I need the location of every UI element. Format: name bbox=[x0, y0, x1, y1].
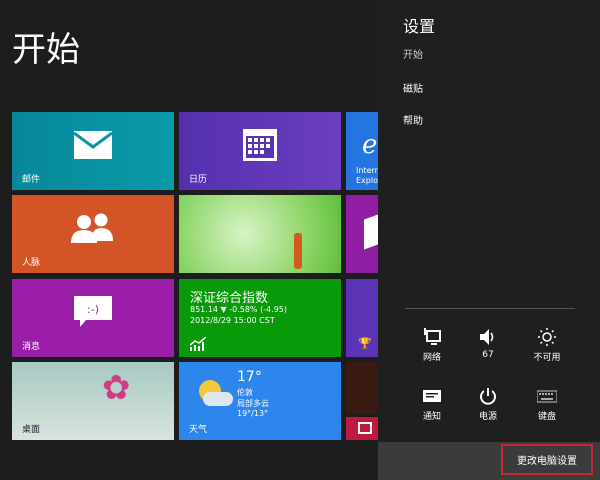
keyboard-icon bbox=[537, 390, 557, 403]
quick-label: 67 bbox=[482, 350, 494, 360]
weather-temp: 17° bbox=[237, 369, 262, 385]
settings-charm: 设置 开始 磁贴 帮助 网络 67 不可用 通知 电源 键盘 更改电脑设置 bbox=[378, 0, 600, 480]
people-icon bbox=[71, 213, 113, 243]
flower-image: ✿ bbox=[102, 368, 131, 408]
divider bbox=[405, 308, 575, 309]
weather-range: 19°/13° bbox=[237, 409, 269, 418]
quick-network[interactable]: 网络 bbox=[407, 328, 457, 363]
tile-label: 日历 bbox=[189, 175, 208, 185]
change-pc-settings-button[interactable]: 更改电脑设置 bbox=[501, 444, 593, 475]
quick-brightness[interactable]: 不可用 bbox=[522, 328, 572, 363]
tile-label: 消息 bbox=[22, 342, 41, 352]
news-icon bbox=[358, 422, 372, 434]
volume-icon bbox=[480, 329, 494, 345]
tile-label: 天气 bbox=[189, 425, 208, 435]
start-title: 开始 bbox=[12, 30, 80, 70]
settings-context: 开始 bbox=[403, 50, 423, 61]
settings-title: 设置 bbox=[403, 17, 436, 36]
photo-figure bbox=[294, 233, 302, 269]
quick-label: 不可用 bbox=[533, 353, 561, 363]
svg-text::-): :-) bbox=[87, 303, 99, 316]
tile-label: Explo bbox=[356, 176, 378, 185]
tile-desktop[interactable]: ✿ 桌面 bbox=[12, 362, 174, 440]
finance-time: 2012/8/29 15:00 CST bbox=[190, 316, 275, 325]
tile-weather[interactable]: 17° 伦敦 局部多云 19°/13° 天气 bbox=[179, 362, 341, 440]
mail-icon bbox=[74, 130, 112, 159]
finance-chart-icon bbox=[190, 337, 206, 351]
calendar-icon bbox=[243, 128, 277, 161]
messaging-icon: :-) bbox=[74, 295, 112, 327]
notifications-icon bbox=[423, 390, 441, 402]
trophy-icon: 🏆 bbox=[358, 337, 372, 350]
tile-finance[interactable]: 深证综合指数 851.14 ▼ -0.58% (-4.95) 2012/8/29… bbox=[179, 279, 341, 357]
tile-label: 人脉 bbox=[22, 258, 41, 268]
quick-power[interactable]: 电源 bbox=[463, 387, 513, 422]
settings-item-help[interactable]: 帮助 bbox=[403, 112, 423, 127]
quick-notifications[interactable]: 通知 bbox=[407, 387, 457, 422]
tile-people[interactable]: 人脉 bbox=[12, 195, 174, 273]
network-icon bbox=[424, 328, 441, 345]
quick-label: 电源 bbox=[478, 412, 497, 422]
tile-label: 桌面 bbox=[22, 425, 41, 435]
weather-city: 伦敦 bbox=[237, 388, 253, 397]
quick-label: 通知 bbox=[422, 412, 441, 422]
store-icon bbox=[364, 214, 378, 250]
tile-calendar[interactable]: 日历 bbox=[179, 112, 341, 190]
finance-quote: 851.14 ▼ -0.58% (-4.95) bbox=[190, 305, 288, 314]
tile-label: Intern bbox=[356, 166, 380, 175]
finance-title: 深证综合指数 bbox=[190, 291, 269, 306]
quick-volume[interactable]: 67 bbox=[463, 328, 513, 360]
quick-label: 键盘 bbox=[537, 412, 556, 422]
power-icon bbox=[480, 388, 496, 405]
tile-messaging[interactable]: :-) 消息 bbox=[12, 279, 174, 357]
ie-icon: e bbox=[362, 130, 378, 160]
tile-photos[interactable] bbox=[179, 195, 341, 273]
tile-label: 邮件 bbox=[22, 175, 41, 185]
quick-keyboard[interactable]: 键盘 bbox=[522, 387, 572, 422]
settings-footer: 更改电脑设置 bbox=[378, 442, 600, 480]
settings-item-tiles[interactable]: 磁贴 bbox=[403, 80, 423, 95]
brightness-icon bbox=[538, 328, 556, 346]
tile-mail[interactable]: 邮件 bbox=[12, 112, 174, 190]
weather-condition: 局部多云 bbox=[237, 399, 269, 408]
quick-label: 网络 bbox=[422, 353, 441, 363]
